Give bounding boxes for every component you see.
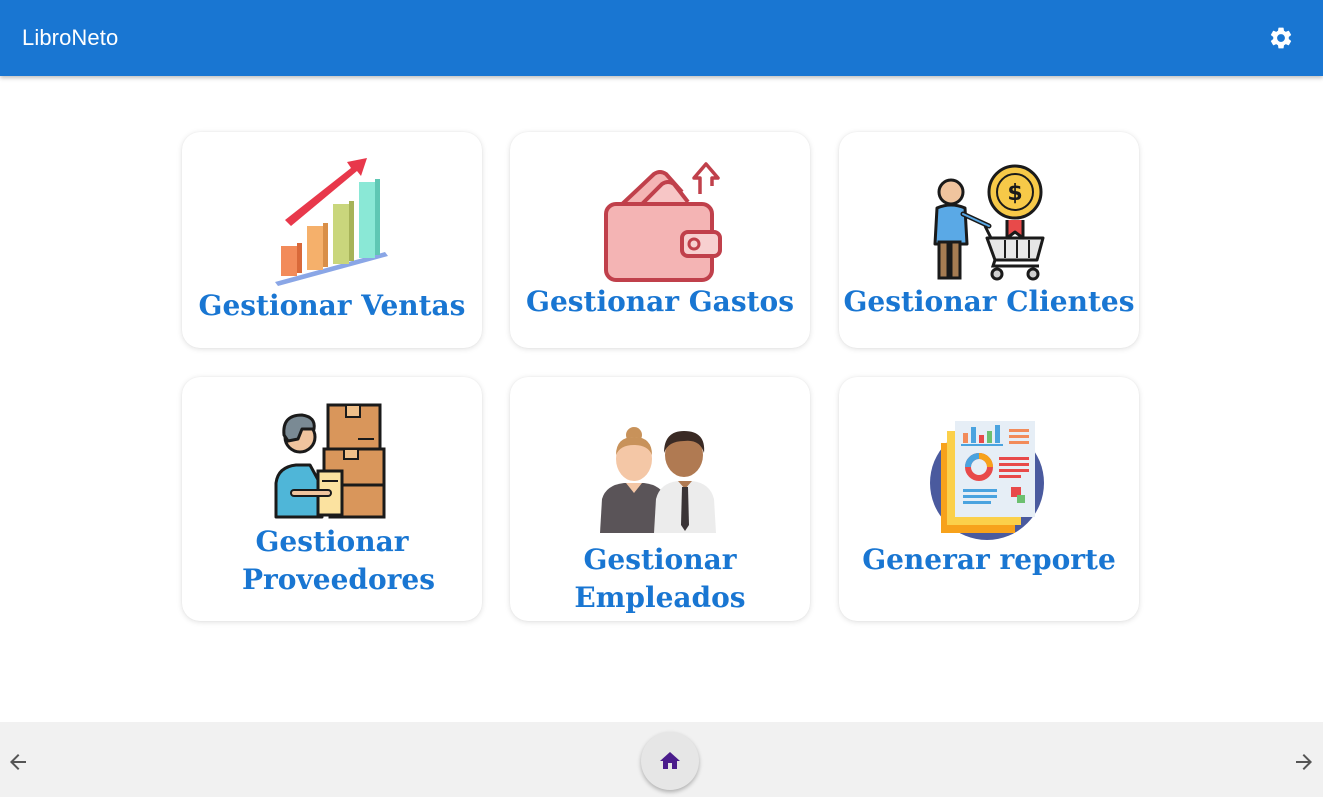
card-gestionar-proveedores[interactable]: Gestionar Proveedores — [182, 377, 482, 621]
card-label-empleados: Gestionar Empleados — [574, 543, 746, 614]
bottom-nav-bar — [0, 722, 1323, 797]
bar-chart-growth-icon — [275, 158, 388, 286]
card-generar-reporte[interactable]: Generar reporte — [839, 377, 1139, 621]
card-gestionar-clientes[interactable]: $ Gestionar Clientes — [839, 132, 1139, 348]
app-bar: LibroNeto — [0, 0, 1323, 76]
app-title: LibroNeto — [22, 25, 119, 50]
supplier-boxes-icon — [274, 403, 386, 519]
settings-button[interactable] — [1265, 22, 1297, 54]
main-content: Gestionar Ventas Gestionar Gastos $ Gest… — [0, 76, 1323, 722]
wallet-icon — [604, 162, 722, 282]
svg-text:$: $ — [1007, 181, 1022, 206]
card-label-proveedores: Gestionar Proveedores — [242, 525, 435, 596]
employees-icon — [600, 427, 716, 533]
home-button[interactable] — [641, 732, 699, 790]
card-label-gastos: Gestionar Gastos — [526, 285, 794, 318]
card-gestionar-ventas[interactable]: Gestionar Ventas — [182, 132, 482, 348]
home-icon — [660, 752, 680, 769]
gear-icon — [1270, 27, 1292, 49]
card-label-reporte: Generar reporte — [862, 543, 1116, 576]
card-label-clientes: Gestionar Clientes — [843, 285, 1135, 318]
arrow-right-icon[interactable] — [1292, 750, 1316, 774]
arrow-left-icon[interactable] — [6, 750, 30, 774]
card-gestionar-empleados[interactable]: Gestionar Empleados — [510, 377, 810, 621]
customer-cart-icon: $ — [933, 164, 1045, 281]
card-label-ventas: Gestionar Ventas — [198, 289, 466, 322]
report-icon — [930, 421, 1044, 540]
card-gestionar-gastos[interactable]: Gestionar Gastos — [510, 132, 810, 348]
